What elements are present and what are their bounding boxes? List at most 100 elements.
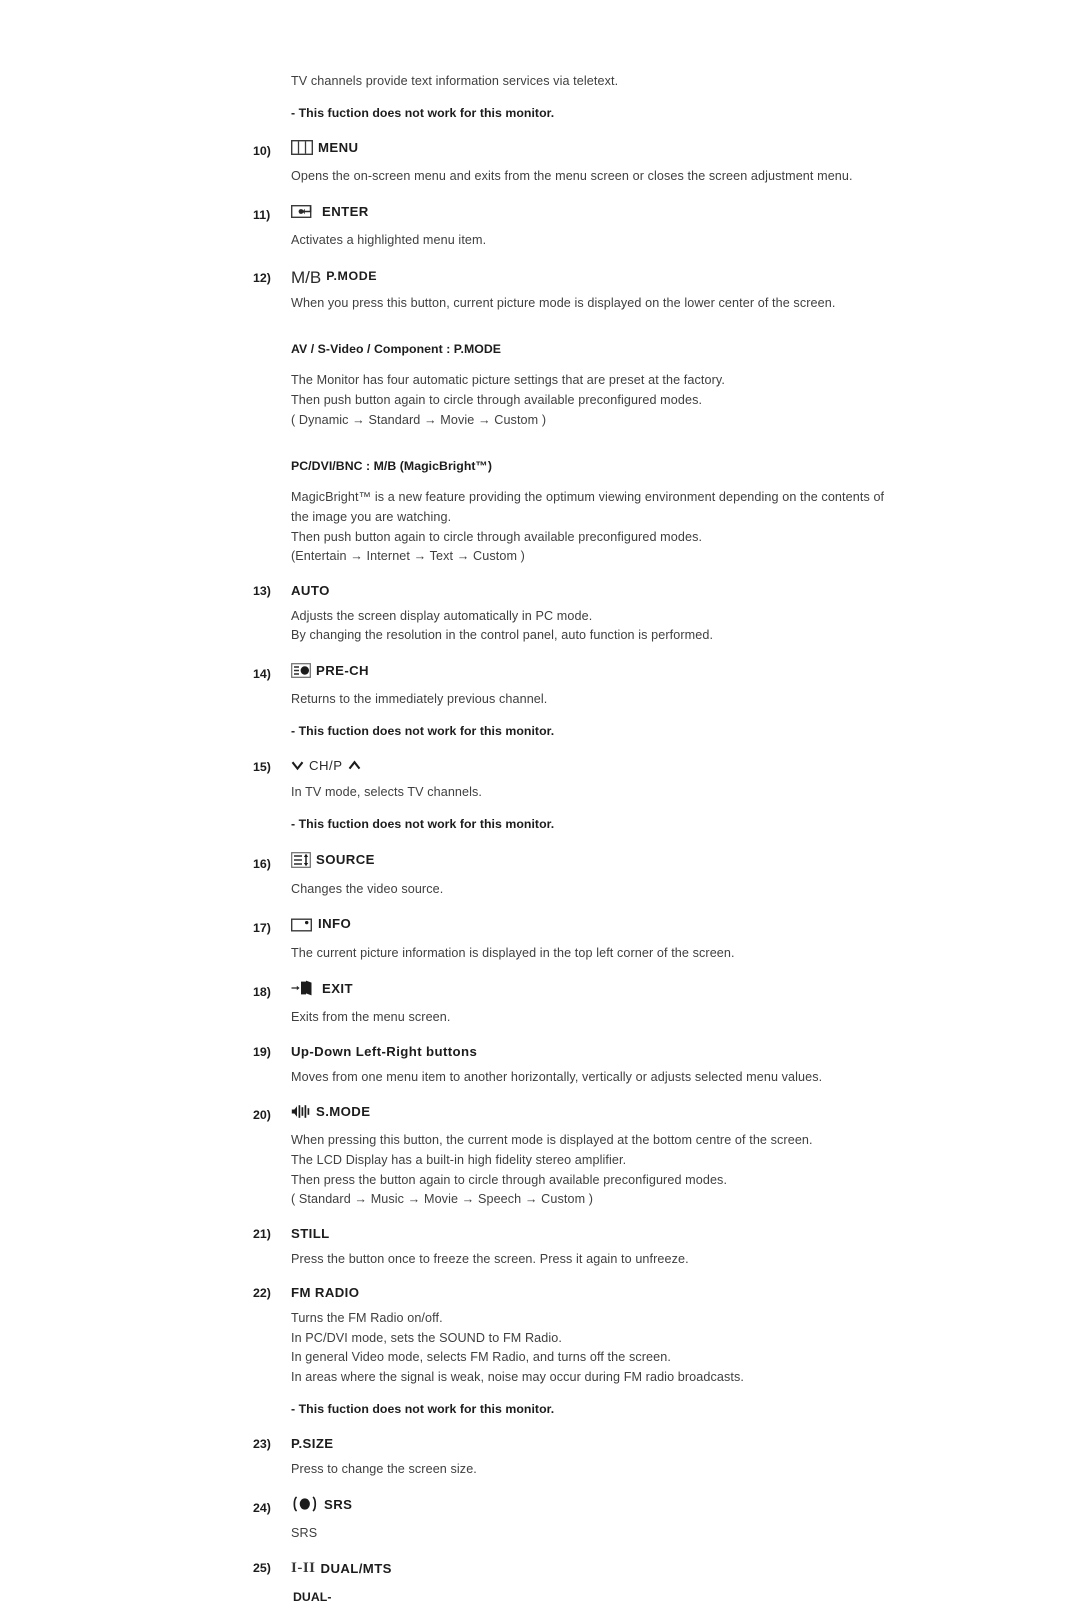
item-number: 25) xyxy=(253,1560,271,1575)
source-icon xyxy=(291,852,311,868)
item-label-group: SRS xyxy=(291,1496,352,1512)
item-label-group: ENTER xyxy=(291,204,369,219)
item-number: 15) xyxy=(253,760,271,775)
item-label-group: EXIT xyxy=(291,980,353,996)
item-auto: 13) AUTO xyxy=(253,584,953,598)
item-body-line: The current picture information is displ… xyxy=(291,945,735,960)
item-body-line: SRS xyxy=(291,1526,318,1541)
item-body-line: DUAL- xyxy=(293,1590,332,1605)
item-body-line: Then press the button again to circle th… xyxy=(291,1172,728,1187)
item-label-group: INFO xyxy=(291,917,351,932)
item-ch-p: 15) CH/P xyxy=(253,758,953,774)
item-body-line: Press the button once to freeze the scre… xyxy=(291,1251,689,1266)
section-line: Then push button again to circle through… xyxy=(291,393,703,408)
item-body-line: Adjusts the screen display automatically… xyxy=(291,608,593,623)
item-fm-radio: 22) FM RADIO xyxy=(253,1286,953,1300)
item-body-line: Turns the FM Radio on/off. xyxy=(291,1311,443,1326)
s-mode-icon xyxy=(291,1104,311,1119)
manual-page: TV channels provide text information ser… xyxy=(0,0,1080,1604)
item-label-group: AUTO xyxy=(291,584,330,597)
info-icon xyxy=(291,917,313,932)
item-label: MENU xyxy=(318,140,359,156)
item-body-line: The LCD Display has a built-in high fide… xyxy=(291,1152,627,1167)
item-body-line: When you press this button, current pict… xyxy=(291,295,836,310)
item-body-line: Opens the on-screen menu and exits from … xyxy=(291,169,853,184)
item-body-line: In PC/DVI mode, sets the SOUND to FM Rad… xyxy=(291,1330,562,1345)
chevron-up-icon xyxy=(348,760,361,771)
item-label-group: CH/P xyxy=(291,758,361,773)
item-label-group: PRE-CH xyxy=(291,663,369,678)
item-label-group: STILL xyxy=(291,1227,330,1240)
item-number: 13) xyxy=(253,583,271,598)
item-exit: 18) EXIT xyxy=(253,980,953,999)
item-still: 21) STILL xyxy=(253,1227,953,1241)
item-label-group: I-II DUAL/MTS xyxy=(291,1559,392,1576)
item-label: EXIT xyxy=(322,980,353,996)
item-note: - This fuction does not work for this mo… xyxy=(291,723,555,738)
item-body-line: Activates a highlighted menu item. xyxy=(291,233,487,248)
item-p-size: 23) P.SIZE xyxy=(253,1436,953,1450)
item-pre-ch: 14) PRE-CH xyxy=(253,663,953,681)
section-line: Then push button again to circle through… xyxy=(291,529,703,544)
item-number: 17) xyxy=(253,920,271,935)
item-number: 11) xyxy=(253,208,271,223)
item-label: FM RADIO xyxy=(291,1285,360,1301)
item-label: DUAL/MTS xyxy=(320,1560,392,1576)
item-label: PRE-CH xyxy=(316,662,369,678)
item-note: - This fuction does not work for this mo… xyxy=(291,1401,555,1416)
item-label: P.MODE xyxy=(326,269,378,284)
item-label: AUTO xyxy=(291,582,330,598)
item-number: 10) xyxy=(253,144,271,159)
item-number: 19) xyxy=(253,1044,271,1059)
item-body-line: Moves from one menu item to another hori… xyxy=(291,1069,823,1084)
item-body-line: Returns to the immediately previous chan… xyxy=(291,691,548,706)
item-body-line: In general Video mode, selects FM Radio,… xyxy=(291,1350,671,1365)
item-number: 22) xyxy=(253,1286,271,1301)
item-source: 16) SOURCE xyxy=(253,852,953,871)
menu-icon xyxy=(291,140,313,156)
intro-line: TV channels provide text information ser… xyxy=(291,74,619,88)
item-label: SOURCE xyxy=(316,852,375,868)
section-heading-pc: PC/DVI/BNC : M/B (MagicBright™) xyxy=(291,458,493,473)
item-label-group: Up-Down Left-Right buttons xyxy=(291,1045,477,1058)
item-label: SRS xyxy=(324,1496,353,1512)
chevron-down-icon xyxy=(291,760,304,771)
pre-ch-icon xyxy=(291,663,311,678)
item-label: CH/P xyxy=(309,758,343,774)
page-content: TV channels provide text information ser… xyxy=(253,72,953,1608)
item-enter: 11) ENTER xyxy=(253,204,953,222)
item-label-group: P.SIZE xyxy=(291,1436,333,1449)
item-menu: 10) MENU xyxy=(253,140,953,158)
item-body-line: In areas where the signal is weak, noise… xyxy=(291,1370,744,1385)
item-note: - This fuction does not work for this mo… xyxy=(291,817,555,832)
item-srs: 24) SRS xyxy=(253,1496,953,1515)
item-dual-mts: 25) I-II DUAL/MTS xyxy=(253,1559,953,1576)
item-body-line: Changes the video source. xyxy=(291,881,444,896)
item-body-line: When pressing this button, the current m… xyxy=(291,1133,813,1148)
srs-icon xyxy=(291,1496,319,1512)
item-label: ENTER xyxy=(322,203,369,219)
dual-mts-icon: I-II xyxy=(291,1559,316,1576)
item-number: 24) xyxy=(253,1501,271,1516)
item-label: INFO xyxy=(318,916,352,932)
enter-icon xyxy=(291,204,317,219)
item-s-mode: 20) S.MODE xyxy=(253,1104,953,1122)
section-line: MagicBright™ is a new feature providing … xyxy=(291,490,885,505)
item-info: 17) INFO xyxy=(253,917,953,935)
section-line: The Monitor has four automatic picture s… xyxy=(291,373,725,388)
exit-icon xyxy=(291,980,317,996)
section-line: ( Dynamic → Standard → Movie → Custom ) xyxy=(291,412,547,427)
item-body-line: In TV mode, selects TV channels. xyxy=(291,785,483,800)
intro-note: - This fuction does not work for this mo… xyxy=(291,105,555,120)
item-pmode: 12) M/B P.MODE xyxy=(253,268,953,286)
item-number: 14) xyxy=(253,666,271,681)
item-label-group: SOURCE xyxy=(291,852,375,868)
section-heading-av: AV / S-Video / Component : P.MODE xyxy=(291,341,502,356)
item-label-group: S.MODE xyxy=(291,1104,370,1119)
item-updown-leftright: 19) Up-Down Left-Right buttons xyxy=(253,1045,953,1059)
section-line: the image you are watching. xyxy=(291,510,452,525)
item-number: 18) xyxy=(253,985,271,1000)
item-label-group: FM RADIO xyxy=(291,1286,359,1299)
item-body-line: ( Standard → Music → Movie → Speech → Cu… xyxy=(291,1192,594,1207)
item-label: STILL xyxy=(291,1225,330,1241)
